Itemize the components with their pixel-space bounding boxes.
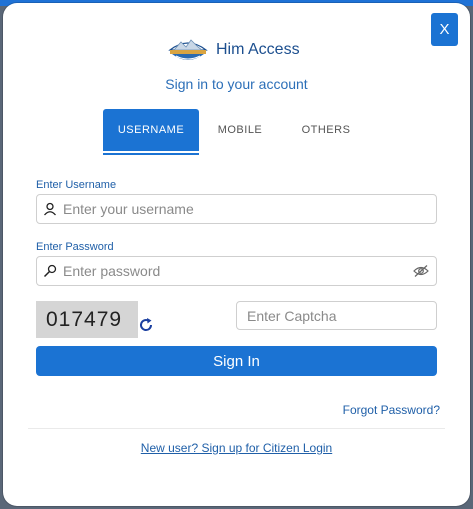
- tab-others[interactable]: OTHERS: [281, 109, 371, 151]
- eye-off-icon[interactable]: [406, 257, 436, 285]
- user-icon: [37, 195, 63, 223]
- password-label: Enter Password: [36, 241, 114, 253]
- page-subtitle: Sign in to your account: [165, 76, 308, 92]
- password-input[interactable]: [63, 258, 406, 284]
- captcha-input[interactable]: [236, 301, 437, 330]
- tab-mobile[interactable]: MOBILE: [199, 109, 281, 151]
- refresh-icon[interactable]: [137, 316, 155, 334]
- username-input[interactable]: [63, 196, 436, 222]
- username-label: Enter Username: [36, 179, 117, 191]
- password-field-wrapper: [36, 256, 437, 286]
- close-button[interactable]: X: [431, 13, 458, 46]
- divider: [28, 428, 445, 429]
- username-field-wrapper: [36, 194, 437, 224]
- signup-row: New user? Sign up for Citizen Login: [3, 441, 470, 455]
- forgot-password-link[interactable]: Forgot Password?: [343, 403, 440, 417]
- key-icon: [37, 257, 63, 285]
- sign-in-button[interactable]: Sign In: [36, 346, 437, 376]
- captcha-image: 017479: [36, 301, 138, 338]
- himachal-logo: [168, 39, 208, 60]
- tab-username[interactable]: USERNAME: [103, 109, 199, 155]
- login-method-tabs: USERNAME MOBILE OTHERS: [103, 109, 371, 155]
- signup-link[interactable]: New user? Sign up for Citizen Login: [141, 441, 332, 455]
- brand-name: Him Access: [216, 41, 300, 58]
- brand-header: Him Access: [166, 34, 300, 66]
- login-modal: X Him Access Sign in to your account USE…: [3, 3, 470, 506]
